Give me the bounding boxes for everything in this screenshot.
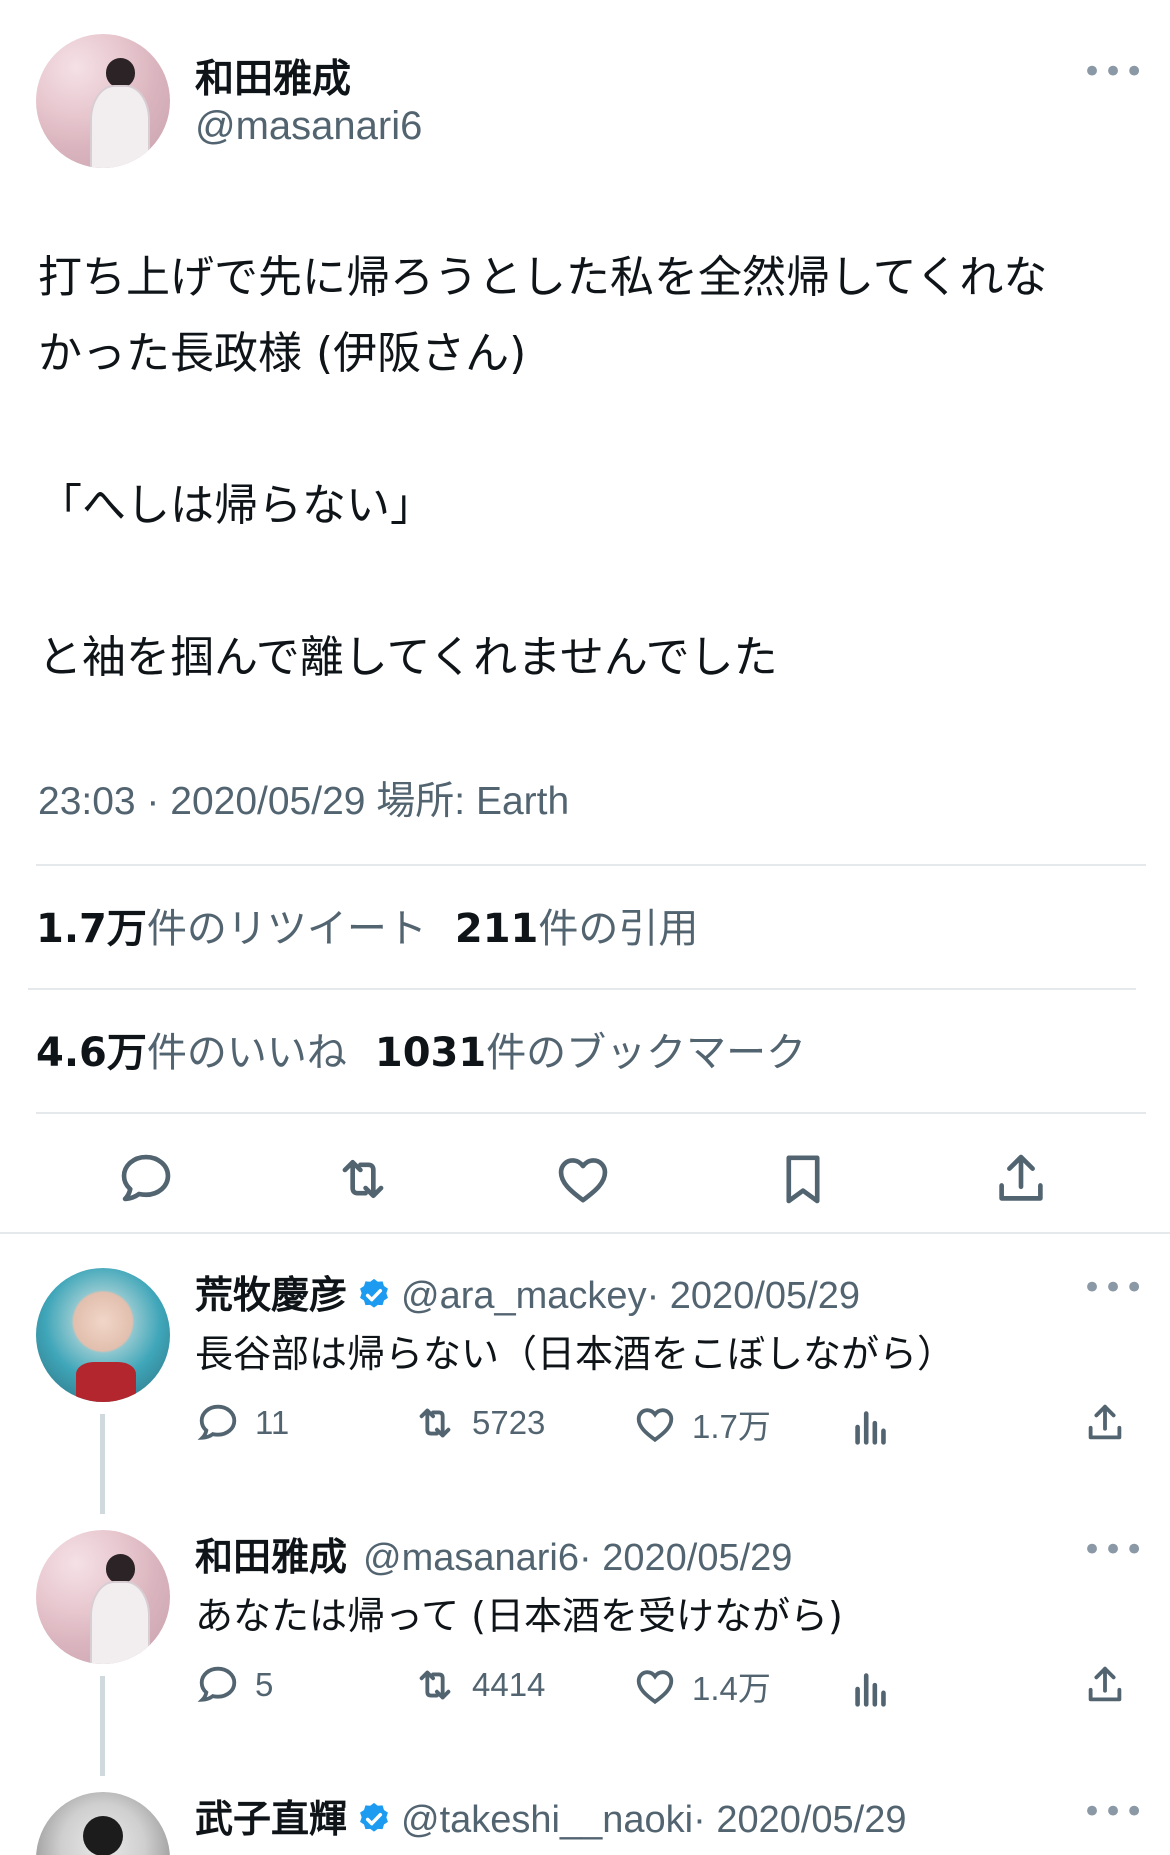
reply-icon [197, 1404, 237, 1440]
divider [28, 988, 1136, 990]
author-name[interactable]: 和田雅成 [195, 48, 351, 104]
reply-date[interactable]: · 2020/05/29 [693, 1799, 906, 1841]
reply-author-name[interactable]: 和田雅成 [195, 1535, 347, 1579]
author-avatar[interactable] [36, 34, 170, 168]
thread-connector [100, 1414, 105, 1514]
share-icon[interactable] [990, 1148, 1052, 1210]
bookmark-icon[interactable] [772, 1148, 834, 1210]
quotes-label[interactable]: 件の引用 [538, 906, 698, 952]
reply-text: 絶対帰らせない（ハイボールをこぼされながら） [195, 1845, 1029, 1855]
tweet-line [38, 392, 1138, 468]
like-button[interactable]: 1.7万 [632, 1400, 771, 1448]
reply-avatar[interactable] [36, 1530, 170, 1664]
retweets-label[interactable]: 件のリツイート [147, 906, 427, 952]
likes-label[interactable]: 件のいいね [147, 1030, 347, 1076]
reply-count: 11 [255, 1404, 290, 1441]
tweet-line [38, 544, 1138, 620]
divider [0, 1232, 1170, 1234]
like-icon [636, 1408, 674, 1443]
reply-author-handle[interactable]: @masanari6 [363, 1537, 579, 1579]
reply-button[interactable]: 5 [195, 1662, 273, 1708]
share-icon [1088, 1404, 1122, 1440]
reply-avatar[interactable] [36, 1268, 170, 1402]
reply-icon [197, 1666, 237, 1702]
reply-author-handle[interactable]: @takeshi__naoki [401, 1799, 693, 1841]
reply-header: 武子直輝 @takeshi__naoki· 2020/05/29 [195, 1788, 907, 1843]
share-button[interactable] [1082, 1662, 1128, 1708]
reply-date[interactable]: · 2020/05/29 [579, 1537, 792, 1579]
retweet-button[interactable]: 5723 [412, 1400, 545, 1446]
retweet-count: 4414 [472, 1666, 546, 1703]
reply-date[interactable]: · 2020/05/29 [647, 1275, 860, 1317]
tweet-meta: 23:03 · 2020/05/29 場所: Earth [38, 780, 570, 823]
like-count: 1.4万 [692, 1670, 771, 1707]
retweets-count[interactable]: 1.7万 [36, 906, 147, 952]
author-handle[interactable]: @masanari6 [195, 104, 422, 149]
bookmarks-label[interactable]: 件のブックマーク [486, 1030, 806, 1076]
tweet-line: と袖を掴んで離してくれませんでした [38, 632, 778, 683]
verified-badge-icon [360, 1802, 388, 1832]
stats-row-likes: 4.6万件のいいね 1031件のブックマーク [36, 1020, 806, 1078]
retweet-icon [419, 1408, 451, 1438]
bookmarks-count[interactable]: 1031 [375, 1030, 486, 1076]
more-options-icon[interactable]: ••• [1082, 1792, 1145, 1832]
reply-author-handle[interactable]: @ara_mackey [401, 1275, 647, 1317]
reply-text: あなたは帰って (日本酒を受けながら) [195, 1594, 843, 1638]
like-count: 1.7万 [692, 1408, 771, 1445]
retweet-count: 5723 [472, 1404, 546, 1441]
thread-connector [100, 1676, 105, 1776]
like-button[interactable]: 1.4万 [632, 1662, 771, 1710]
divider [36, 1112, 1146, 1114]
tweet-line: 打ち上げで先に帰ろうとした私を全然帰してくれな [38, 252, 1048, 303]
stats-row-retweets: 1.7万件のリツイート 211件の引用 [36, 896, 698, 954]
reply-icon[interactable] [115, 1148, 177, 1210]
reply-header: 荒牧慶彦 @ara_mackey· 2020/05/29 [195, 1264, 860, 1319]
more-options-icon[interactable]: ••• [1082, 1268, 1145, 1308]
views-icon [855, 1411, 886, 1445]
tweet-text: 打ち上げで先に帰ろうとした私を全然帰してくれな かった長政様 (伊阪さん) 「へ… [38, 240, 1138, 696]
like-icon [636, 1670, 674, 1705]
share-button[interactable] [1082, 1400, 1128, 1446]
views-icon [855, 1673, 886, 1707]
tweet-line: かった長政様 (伊阪さん) [38, 328, 527, 379]
reply-header: 和田雅成 @masanari6· 2020/05/29 [195, 1526, 792, 1581]
tweet-line: 「へしは帰らない」 [38, 480, 434, 531]
reply-author-name[interactable]: 荒牧慶彦 [195, 1273, 347, 1317]
retweet-icon[interactable] [332, 1148, 394, 1210]
quotes-count[interactable]: 211 [455, 906, 539, 952]
divider [36, 864, 1146, 866]
retweet-icon [419, 1670, 451, 1700]
retweet-button[interactable]: 4414 [412, 1662, 545, 1708]
share-icon [1088, 1666, 1122, 1702]
verified-badge-icon [360, 1278, 388, 1308]
reply-avatar[interactable] [36, 1792, 170, 1855]
more-options-icon[interactable]: ••• [1082, 52, 1145, 92]
likes-count[interactable]: 4.6万 [36, 1030, 147, 1076]
more-options-icon[interactable]: ••• [1082, 1530, 1145, 1570]
reply-author-name[interactable]: 武子直輝 [195, 1797, 347, 1841]
reply-button[interactable]: 11 [195, 1400, 289, 1446]
reply-count: 5 [255, 1666, 274, 1703]
action-bar [0, 1148, 1170, 1228]
views-button[interactable] [848, 1666, 894, 1712]
views-button[interactable] [848, 1404, 894, 1450]
like-icon[interactable] [552, 1148, 614, 1210]
reply-text: 長谷部は帰らない（日本酒をこぼしながら） [195, 1332, 956, 1376]
